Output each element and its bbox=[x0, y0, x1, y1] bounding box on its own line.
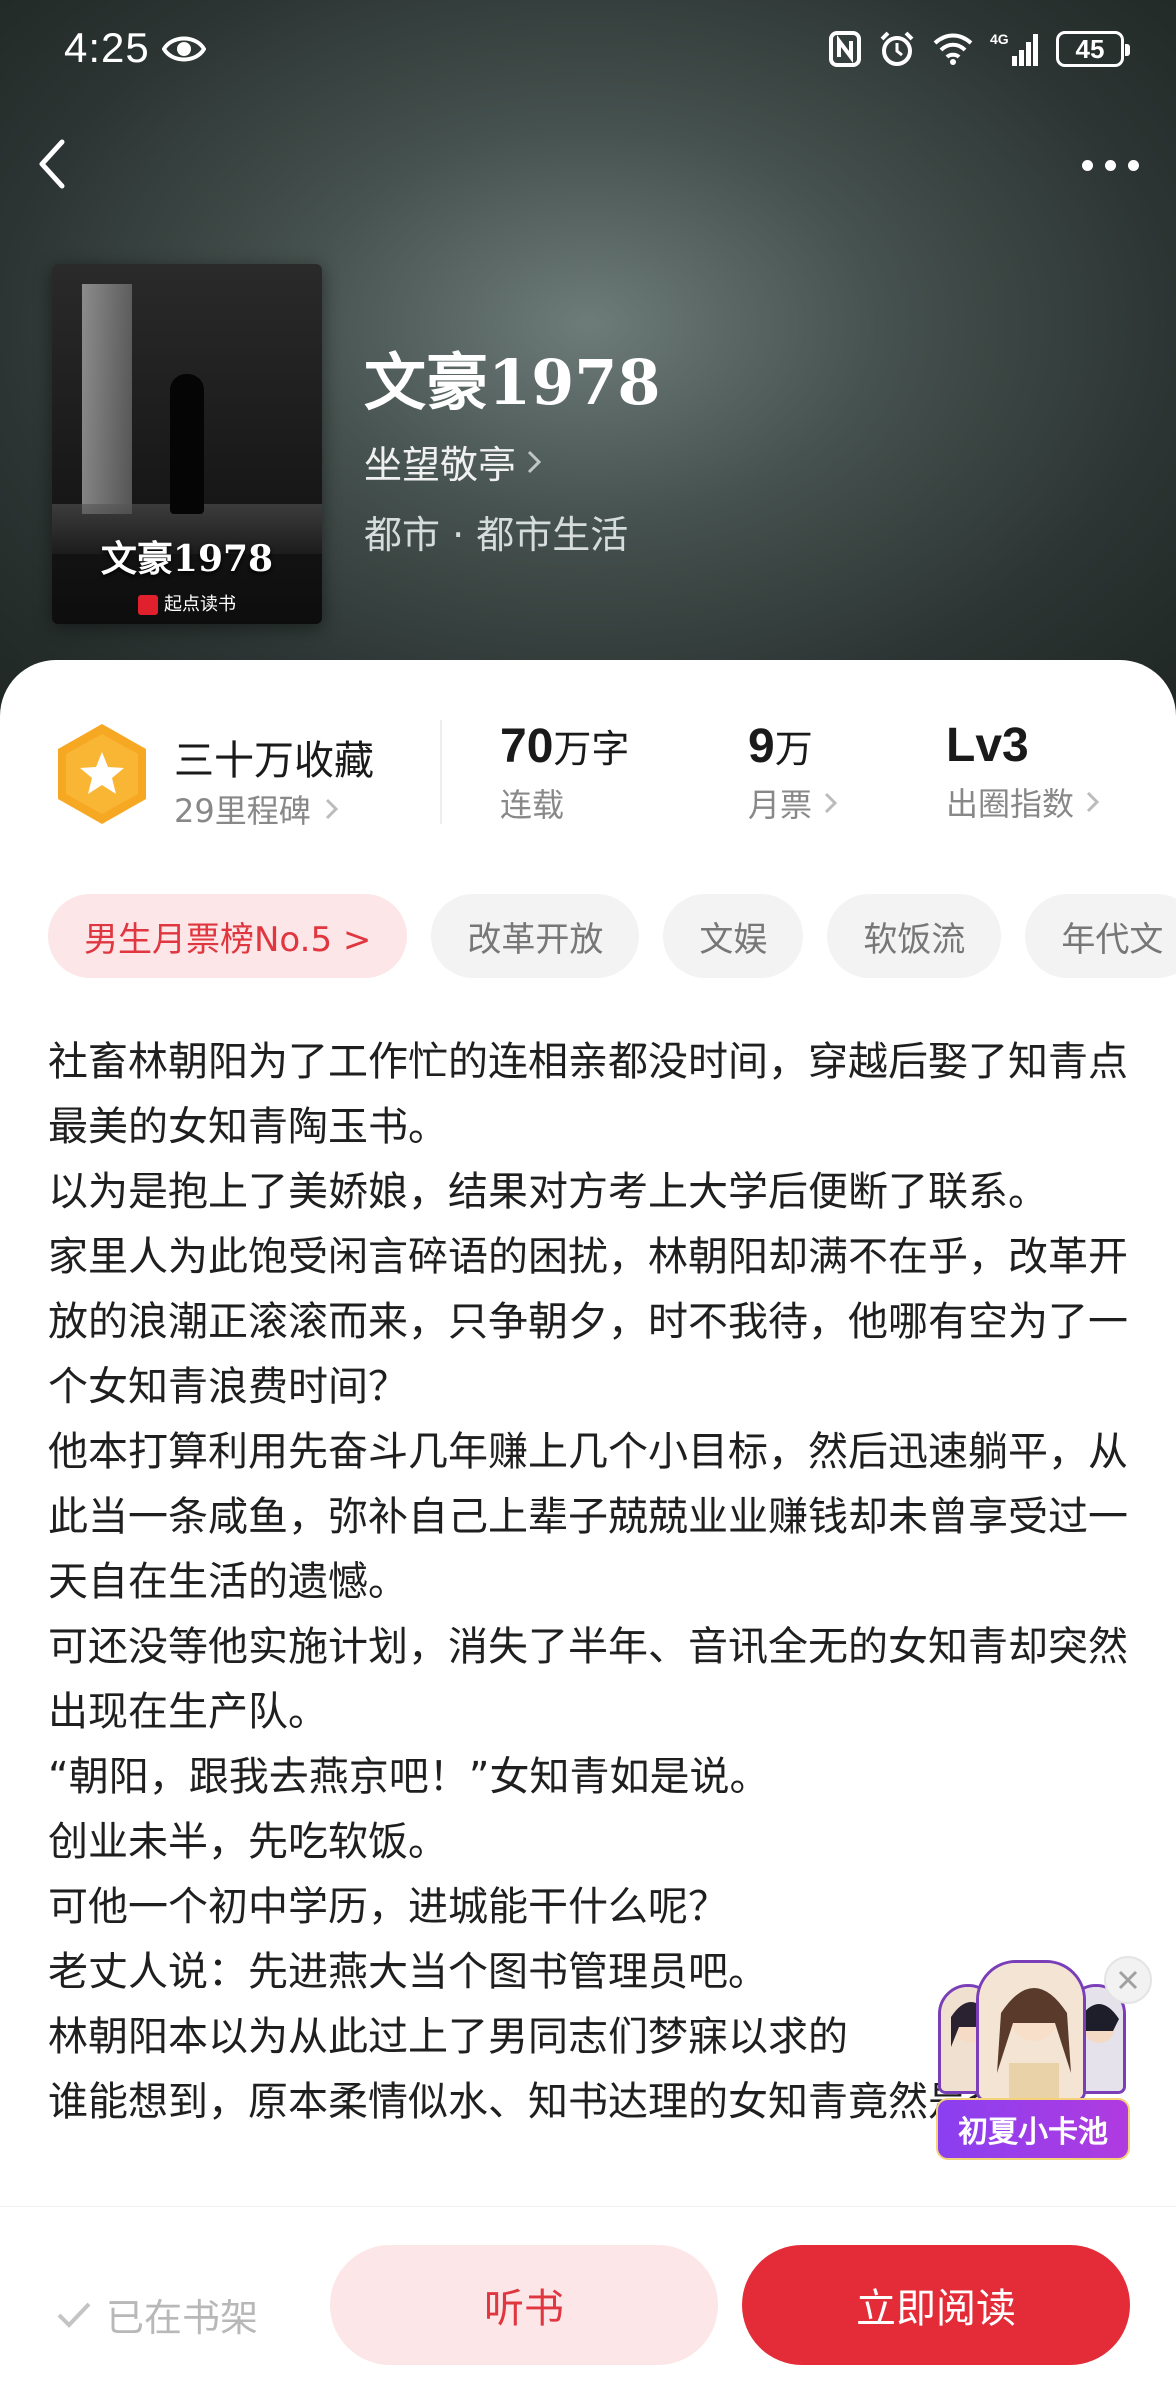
nfc-icon bbox=[829, 31, 861, 67]
author-link[interactable]: 坐望敬亭 bbox=[364, 434, 542, 489]
back-button[interactable] bbox=[30, 134, 74, 194]
more-dot-icon bbox=[1127, 159, 1139, 171]
gacha-promo-label[interactable]: 初夏小卡池 bbox=[936, 2098, 1130, 2160]
synopsis-paragraph: 社畜林朝阳为了工作忙的连相亲都没时间，穿越后娶了知青点最美的女知青陶玉书。 bbox=[48, 1039, 1128, 1150]
collection-title: 三十万收藏 bbox=[174, 738, 374, 784]
book-title: 文豪1978 bbox=[364, 346, 661, 419]
cover-art bbox=[170, 374, 204, 514]
tag-rank-chip[interactable]: 男生月票榜No.5 > bbox=[48, 894, 408, 978]
more-dot-icon bbox=[1081, 159, 1093, 171]
chevron-right-icon bbox=[325, 798, 338, 820]
status-time: 4:25 bbox=[64, 24, 150, 71]
serial-status-label: 连载 bbox=[500, 786, 565, 824]
popularity-index-stat[interactable]: Lv3 出圈指数 bbox=[946, 718, 1100, 825]
status-bar: 4:25 4G 45 bbox=[0, 0, 1176, 100]
monthly-ticket-stat[interactable]: 9万 月票 bbox=[748, 718, 838, 826]
book-genre: 都市 · 都市生活 bbox=[364, 513, 629, 557]
tag-chip[interactable]: 年代文 bbox=[1025, 894, 1176, 978]
in-bookshelf-label: 已在书架 bbox=[106, 2296, 259, 2340]
milestone-link[interactable]: 29里程碑 bbox=[174, 786, 339, 832]
svg-text:4G: 4G bbox=[990, 31, 1009, 47]
author-name: 坐望敬亭 bbox=[364, 443, 517, 487]
monthly-ticket-value: 9万 bbox=[748, 720, 813, 773]
close-promo-button[interactable] bbox=[1104, 1956, 1152, 2004]
stats-divider bbox=[440, 720, 442, 824]
synopsis-paragraph: “朝阳，跟我去燕京吧！”女知青如是说。 bbox=[48, 1754, 770, 1800]
status-icons: 4G 45 bbox=[828, 26, 1130, 72]
close-icon bbox=[1118, 1970, 1138, 1990]
tag-chip[interactable]: 改革开放 bbox=[431, 894, 640, 978]
tag-chip[interactable]: 软饭流 bbox=[827, 894, 1002, 978]
publisher-logo-icon bbox=[138, 595, 158, 615]
cover-publisher-label: 起点读书 bbox=[164, 594, 236, 615]
synopsis-paragraph: 可他一个初中学历，进城能干什么呢？ bbox=[48, 1884, 728, 1930]
alarm-icon bbox=[880, 31, 914, 66]
synopsis-paragraph: 创业未半，先吃软饭。 bbox=[48, 1819, 448, 1865]
word-count-value: 70万字 bbox=[500, 720, 630, 773]
read-now-button[interactable]: 立即阅读 bbox=[742, 2245, 1130, 2365]
book-cover[interactable]: 文豪1978 起点读书 bbox=[52, 264, 322, 624]
in-bookshelf-indicator[interactable]: 已在书架 bbox=[56, 2287, 258, 2342]
book-header: 4:25 4G 45 文豪1978 起点读书 文豪1978 坐望敬亭 都市 · … bbox=[0, 0, 1176, 720]
synopsis-paragraph: 以为是抱上了美娇娘，结果对方考上大学后便断了联系。 bbox=[48, 1169, 1048, 1215]
popularity-index-label: 出圈指数 bbox=[946, 779, 1100, 825]
chevron-right-icon bbox=[824, 792, 838, 814]
tag-list: 男生月票榜No.5 > 改革开放 文娱 软饭流 年代文 bbox=[48, 894, 1176, 980]
cover-publisher: 起点读书 bbox=[52, 590, 322, 616]
more-dot-icon bbox=[1104, 159, 1116, 171]
eye-icon bbox=[162, 36, 206, 62]
milestone-label: 29里程碑 bbox=[174, 792, 311, 830]
signal-icon: 4G bbox=[990, 31, 1038, 66]
check-icon bbox=[57, 2302, 91, 2328]
synopsis-paragraph: 他本打算利用先奋斗几年赚上几个小目标，然后迅速躺平，从此当一条咸鱼，弥补自己上辈… bbox=[48, 1429, 1128, 1605]
bottom-action-bar: 已在书架 听书 立即阅读 bbox=[0, 2206, 1176, 2400]
cover-art bbox=[82, 284, 132, 514]
word-count-stat: 70万字 连载 bbox=[500, 718, 629, 826]
wifi-icon bbox=[933, 33, 973, 65]
character-portrait bbox=[976, 1960, 1086, 2102]
cover-title: 文豪1978 bbox=[100, 538, 274, 580]
monthly-ticket-label: 月票 bbox=[748, 780, 838, 826]
listen-button[interactable]: 听书 bbox=[330, 2245, 718, 2365]
battery-indicator: 45 bbox=[1056, 31, 1130, 67]
synopsis-paragraph: 可还没等他实施计划，消失了半年、音讯全无的女知青却突然出现在生产队。 bbox=[48, 1624, 1128, 1735]
synopsis-paragraph: 家里人为此饱受闲言碎语的困扰，林朝阳却满不在乎，改革开放的浪潮正滚滚而来，只争朝… bbox=[48, 1234, 1128, 1410]
collection-star-badge-icon bbox=[58, 724, 146, 824]
chevron-right-icon bbox=[527, 450, 542, 473]
chevron-right-icon bbox=[1086, 791, 1100, 813]
tag-chip[interactable]: 文娱 bbox=[663, 894, 804, 978]
popularity-level-value: Lv3 bbox=[946, 719, 1029, 772]
more-options-button[interactable] bbox=[1074, 140, 1146, 190]
